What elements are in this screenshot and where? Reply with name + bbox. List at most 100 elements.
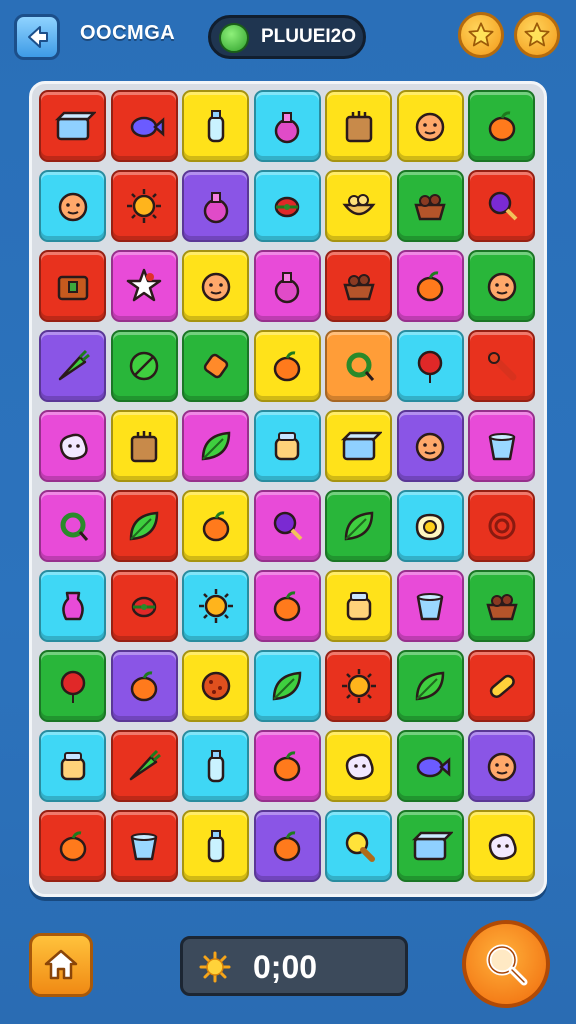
- tile-star[interactable]: [110, 250, 178, 322]
- tile-blob[interactable]: [325, 730, 392, 802]
- tile-basket[interactable]: [325, 250, 392, 322]
- tile-potion[interactable]: [182, 170, 249, 242]
- tile-bottle[interactable]: [182, 810, 249, 882]
- tile-sun[interactable]: [325, 650, 392, 722]
- carrot-icon: [129, 749, 161, 781]
- tile-potion[interactable]: [253, 90, 321, 162]
- tile-fruit[interactable]: [39, 810, 106, 882]
- tile-lollipop[interactable]: [468, 170, 535, 242]
- home-button[interactable]: [29, 933, 93, 997]
- ball-icon: [201, 671, 230, 701]
- tile-face[interactable]: [468, 730, 535, 802]
- tile-face[interactable]: [468, 250, 535, 322]
- tile-balloon[interactable]: [396, 330, 464, 402]
- tile-bowl[interactable]: [325, 170, 392, 242]
- tile-sun[interactable]: [182, 570, 249, 642]
- tile-fruit[interactable]: [253, 730, 321, 802]
- tile-fruit[interactable]: [110, 650, 178, 722]
- tile-sun[interactable]: [110, 170, 178, 242]
- bug-icon: [131, 596, 157, 618]
- star-button-1[interactable]: [458, 12, 504, 58]
- timer-value: 0;00: [253, 949, 318, 985]
- tile-pill[interactable]: [468, 650, 535, 722]
- fruit-icon: [202, 511, 229, 542]
- back-button[interactable]: [14, 14, 60, 60]
- tile-chest[interactable]: [39, 250, 106, 322]
- tile-face[interactable]: [396, 410, 464, 482]
- tile-fruit[interactable]: [253, 570, 321, 642]
- tile-bottle[interactable]: [182, 90, 249, 162]
- tile-basket[interactable]: [396, 170, 464, 242]
- tile-ring[interactable]: [325, 330, 392, 402]
- tile-swirl[interactable]: [468, 490, 535, 562]
- ring-icon: [346, 352, 374, 381]
- tile-leaf[interactable]: [396, 650, 464, 722]
- bottle-icon: [207, 830, 224, 863]
- jar-icon: [274, 432, 300, 461]
- balloon-icon: [417, 350, 443, 383]
- box-icon: [411, 831, 453, 861]
- tile-box[interactable]: [396, 810, 464, 882]
- sun-icon: [198, 589, 233, 623]
- tile-face[interactable]: [39, 170, 106, 242]
- tile-bug[interactable]: [110, 570, 178, 642]
- bag-icon: [345, 111, 372, 143]
- tile-cup[interactable]: [468, 410, 535, 482]
- tile-box[interactable]: [325, 410, 392, 482]
- tile-fruit[interactable]: [396, 250, 464, 322]
- tile-bulb[interactable]: [325, 810, 392, 882]
- swirl-icon: [488, 512, 515, 540]
- leaf-icon: [219, 23, 249, 53]
- tile-vase[interactable]: [39, 570, 106, 642]
- tile-bag[interactable]: [110, 410, 178, 482]
- blob-icon: [345, 753, 374, 780]
- box-icon: [340, 431, 382, 461]
- tile-balloon[interactable]: [39, 650, 106, 722]
- tile-ball[interactable]: [182, 650, 249, 722]
- tile-box[interactable]: [39, 90, 106, 162]
- box-icon: [54, 111, 96, 141]
- tile-blob[interactable]: [468, 810, 535, 882]
- tile-ring[interactable]: [39, 490, 106, 562]
- tile-leaf[interactable]: [325, 490, 392, 562]
- tile-leaf[interactable]: [253, 650, 321, 722]
- tile-jar[interactable]: [253, 410, 321, 482]
- tile-fish[interactable]: [110, 90, 178, 162]
- tile-blob[interactable]: [39, 410, 106, 482]
- tile-basket[interactable]: [468, 570, 535, 642]
- tile-leaf[interactable]: [182, 410, 249, 482]
- bag-icon: [130, 431, 158, 463]
- cup-icon: [416, 593, 444, 621]
- tile-face[interactable]: [182, 250, 249, 322]
- search-button[interactable]: [462, 920, 550, 1008]
- tile-circle[interactable]: [110, 330, 178, 402]
- tile-jar[interactable]: [39, 730, 106, 802]
- tile-cup[interactable]: [110, 810, 178, 882]
- star-button-2[interactable]: [514, 12, 560, 58]
- tile-fruit[interactable]: [182, 490, 249, 562]
- tile-fruit[interactable]: [253, 330, 321, 402]
- lollipop-icon: [273, 511, 303, 541]
- tile-cup[interactable]: [396, 570, 464, 642]
- tile-fruit[interactable]: [253, 810, 321, 882]
- tile-bug[interactable]: [253, 170, 321, 242]
- tile-leaf[interactable]: [110, 490, 178, 562]
- tile-bottle[interactable]: [182, 730, 249, 802]
- tile-carrot[interactable]: [110, 730, 178, 802]
- tile-jar[interactable]: [325, 570, 392, 642]
- tile-pin[interactable]: [468, 330, 535, 402]
- tile-egg[interactable]: [396, 490, 464, 562]
- carrot-icon: [58, 349, 90, 381]
- tile-carrot[interactable]: [39, 330, 106, 402]
- leaf-icon: [344, 511, 373, 541]
- tile-fruit[interactable]: [468, 90, 535, 162]
- tile-face[interactable]: [396, 90, 464, 162]
- tile-fish[interactable]: [396, 730, 464, 802]
- face-icon: [487, 272, 516, 302]
- chest-icon: [57, 275, 88, 301]
- jar-icon: [346, 592, 371, 621]
- tile-potion[interactable]: [253, 250, 321, 322]
- tile-candy[interactable]: [182, 330, 249, 402]
- tile-lollipop[interactable]: [253, 490, 321, 562]
- tile-bag[interactable]: [325, 90, 392, 162]
